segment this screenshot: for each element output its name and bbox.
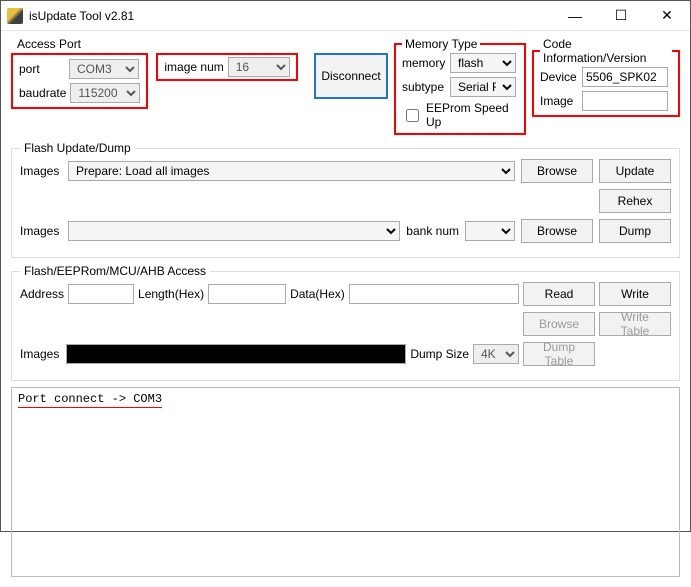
rehex-button[interactable]: Rehex bbox=[599, 189, 671, 213]
image-num-label: image num bbox=[164, 60, 223, 74]
bank-num-select[interactable] bbox=[465, 221, 515, 241]
log-line: Port connect -> COM3 bbox=[18, 392, 162, 408]
minimize-button[interactable]: — bbox=[552, 1, 598, 30]
length-input[interactable] bbox=[208, 284, 286, 304]
access-port-group: Access Port port COM3 baudrate 115200 bbox=[11, 37, 388, 109]
flash-update-group: Flash Update/Dump Images Prepare: Load a… bbox=[11, 141, 680, 258]
images-label-3: Images bbox=[20, 347, 62, 361]
baudrate-select[interactable]: 115200 bbox=[70, 83, 140, 103]
access-port-legend: Access Port bbox=[13, 37, 85, 51]
disconnect-button[interactable]: Disconnect bbox=[314, 53, 388, 99]
data-label: Data(Hex) bbox=[290, 287, 345, 301]
browse-button-3[interactable]: Browse bbox=[523, 312, 595, 336]
length-label: Length(Hex) bbox=[138, 287, 204, 301]
memory-type-legend: Memory Type bbox=[402, 37, 480, 51]
dump-button[interactable]: Dump bbox=[599, 219, 671, 243]
write-button[interactable]: Write bbox=[599, 282, 671, 306]
window-title: isUpdate Tool v2.81 bbox=[29, 9, 552, 23]
port-label: port bbox=[19, 62, 65, 76]
maximize-button[interactable]: ☐ bbox=[598, 1, 644, 30]
eeprom-speedup-label: EEProm Speed Up bbox=[426, 101, 518, 129]
title-bar: isUpdate Tool v2.81 — ☐ ✕ bbox=[1, 1, 690, 31]
baudrate-label: baudrate bbox=[19, 86, 66, 100]
subtype-label: subtype bbox=[402, 80, 446, 94]
dump-size-select[interactable]: 4K bbox=[473, 344, 519, 364]
images-select-2[interactable] bbox=[68, 221, 400, 241]
browse-button-2[interactable]: Browse bbox=[521, 219, 593, 243]
read-button[interactable]: Read bbox=[523, 282, 595, 306]
port-select[interactable]: COM3 bbox=[69, 59, 139, 79]
address-input[interactable] bbox=[68, 284, 134, 304]
data-input[interactable] bbox=[349, 284, 519, 304]
memory-label: memory bbox=[402, 56, 446, 70]
write-table-button[interactable]: Write Table bbox=[599, 312, 671, 336]
eeprom-speedup-checkbox[interactable] bbox=[406, 109, 419, 122]
browse-button-1[interactable]: Browse bbox=[521, 159, 593, 183]
memory-type-group: Memory Type memory flash subtype Serial … bbox=[394, 37, 526, 135]
bank-num-label: bank num bbox=[406, 224, 459, 238]
device-field[interactable] bbox=[582, 67, 668, 87]
code-info-group: Code Information/Version Device Image bbox=[532, 37, 680, 117]
log-area[interactable]: Port connect -> COM3 bbox=[11, 387, 680, 577]
subtype-select[interactable]: Serial Flash bbox=[450, 77, 516, 97]
flash-update-legend: Flash Update/Dump bbox=[20, 141, 135, 155]
update-button[interactable]: Update bbox=[599, 159, 671, 183]
memory-select[interactable]: flash bbox=[450, 53, 516, 73]
image-num-box: image num 16 bbox=[156, 53, 297, 81]
port-baud-box: port COM3 baudrate 115200 bbox=[11, 53, 148, 109]
image-num-select[interactable]: 16 bbox=[228, 57, 290, 77]
images-label-1: Images bbox=[20, 164, 62, 178]
dump-size-label: Dump Size bbox=[410, 347, 469, 361]
image-label: Image bbox=[540, 94, 578, 108]
device-label: Device bbox=[540, 70, 578, 84]
app-icon bbox=[7, 8, 23, 24]
images-label-2: Images bbox=[20, 224, 62, 238]
images-select-1[interactable]: Prepare: Load all images bbox=[68, 161, 515, 181]
flash-access-legend: Flash/EEPRom/MCU/AHB Access bbox=[20, 264, 210, 278]
image-field[interactable] bbox=[582, 91, 668, 111]
dump-table-button[interactable]: Dump Table bbox=[523, 342, 595, 366]
close-button[interactable]: ✕ bbox=[644, 1, 690, 30]
images-select-3[interactable] bbox=[66, 344, 406, 364]
flash-access-group: Flash/EEPRom/MCU/AHB Access Address Leng… bbox=[11, 264, 680, 381]
address-label: Address bbox=[20, 287, 64, 301]
code-info-legend: Code Information/Version bbox=[540, 37, 672, 65]
